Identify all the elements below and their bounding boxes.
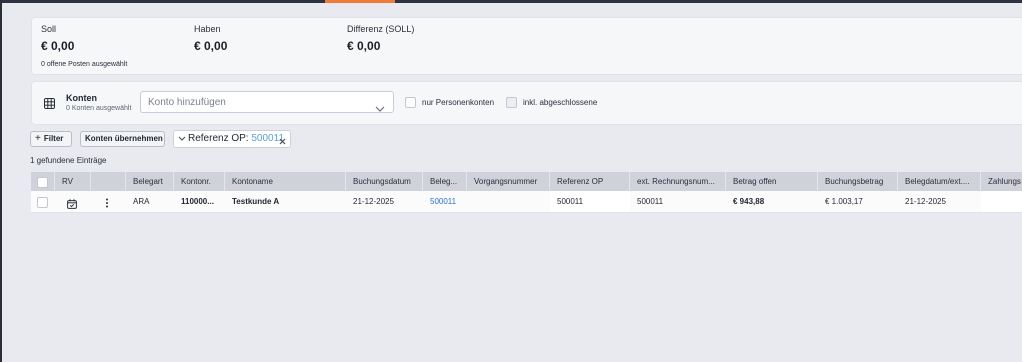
more-options-icon[interactable] [105,195,109,212]
include-closed-label: inkl. abgeschlossene [523,98,598,107]
row-betrag-offen: € 943,88 [733,197,765,206]
row-rv-cell [55,191,91,212]
row-buchungsdatum: 21-12-2025 [353,197,394,206]
row-vorgangsnummer [467,191,550,212]
only-persons-checkbox[interactable] [405,97,416,108]
row-referenz-op: 500011 [550,191,630,212]
filter-chip-referenz-op[interactable]: Referenz OP: 500011 [173,130,291,148]
column-header-belegdatum[interactable]: Belegdatum/ext.... [898,172,981,191]
accounts-title: Konten [66,93,97,103]
column-header-buchungsbetrag[interactable]: Buchungsbetrag [818,172,898,191]
haben-label: Haben [194,24,221,34]
column-header-kontonr[interactable]: Kontonr. [174,172,225,191]
row-kontonr: 110000... [181,197,214,206]
column-header-kontoname[interactable]: Kontoname [225,172,346,191]
accounts-card: Konten 0 Konten ausgewählt Konto hinzufü… [31,81,1022,125]
soll-value: € 0,00 [41,39,75,53]
haben-value: € 0,00 [194,39,228,53]
close-icon[interactable] [279,135,286,151]
column-header-actions [91,172,126,191]
differenz-value: € 0,00 [347,39,381,53]
column-header-ext-rechnungsnummer[interactable]: ext. Rechnungsnum... [630,172,726,191]
calendar-icon[interactable] [67,196,77,212]
column-header-betrag-offen[interactable]: Betrag offen [726,172,818,191]
row-buchungsbetrag: € 1.003,17 [825,197,863,206]
chevron-down-icon [375,99,385,117]
active-tab-indicator [325,0,395,3]
row-beleg-link[interactable]: 500011 [423,191,467,212]
only-persons-label: nur Personenkonten [422,98,495,107]
row-kontoname: Testkunde A [232,197,280,206]
plus-icon: + [35,133,41,144]
selected-items-note: 0 offene Posten ausgewählt [41,61,128,68]
differenz-block: Differenz (SOLL) € 0,00 [347,24,414,53]
differenz-label: Differenz (SOLL) [347,24,415,34]
select-all-cell [31,172,55,191]
add-filter-button[interactable]: + Filter [30,131,72,147]
filter-chip-text: Referenz OP: 500011 [188,131,284,147]
row-belegdatum: 21-12-2025 [905,197,946,206]
row-actions-cell [91,191,126,212]
column-header-rv[interactable]: RV [55,172,91,191]
account-select-placeholder: Konto hinzufügen [148,97,226,108]
column-header-referenz-op[interactable]: Referenz OP [550,172,630,191]
window-left-edge [0,0,2,362]
filter-chip-key: Referenz OP: [188,133,249,144]
chevron-down-icon[interactable] [178,132,186,152]
soll-label: Soll [41,24,57,34]
row-belegart: ARA [133,197,150,206]
table-grid-icon [44,96,55,114]
table-row[interactable]: ARA 110000... Testkunde A 21-12-2025 500… [31,191,1022,213]
row-zahlungs [981,191,1022,212]
row-checkbox[interactable] [37,197,48,208]
column-header-buchungsdatum[interactable]: Buchungsdatum [346,172,423,191]
row-ext-rechnungsnummer: 500011 [637,197,664,206]
table-header: RV Belegart Kontonr. Kontoname Buchungsd… [31,172,1022,191]
column-header-beleg[interactable]: Beleg... [423,172,467,191]
results-count: 1 gefundene Einträge [30,156,107,165]
haben-block: Haben € 0,00 [194,24,227,53]
soll-block: Soll € 0,00 [41,24,74,53]
top-bar [0,0,1022,3]
summary-card: Soll € 0,00 Haben € 0,00 Differenz (SOLL… [31,17,1022,75]
account-select[interactable]: Konto hinzufügen [140,91,394,113]
column-header-vorgangsnummer[interactable]: Vorgangsnummer [467,172,550,191]
accounts-selected-count: 0 Konten ausgewählt [66,105,132,112]
column-header-belegart[interactable]: Belegart [126,172,174,191]
row-select-cell [31,191,55,212]
column-header-zahlungs[interactable]: Zahlungs [981,172,1022,191]
apply-accounts-button[interactable]: Konten übernehmen [80,131,165,147]
select-all-checkbox[interactable] [37,177,48,188]
include-closed-checkbox[interactable] [506,97,517,108]
add-filter-label: Filter [43,134,64,143]
